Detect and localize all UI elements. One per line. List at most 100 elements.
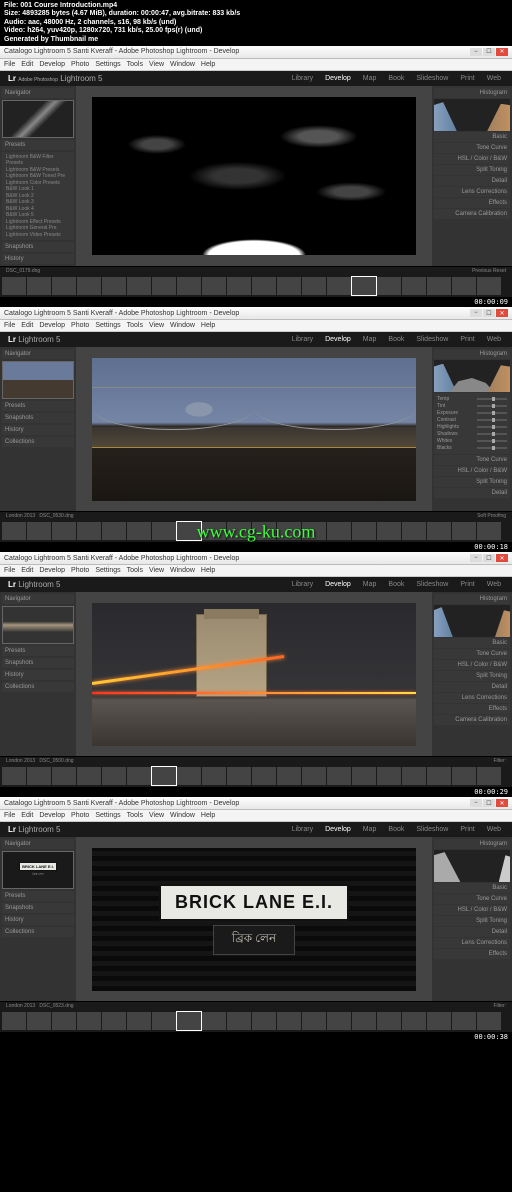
- panel-camera[interactable]: Camera Calibration: [434, 715, 510, 725]
- presets-header[interactable]: Presets: [2, 891, 74, 901]
- film-thumb[interactable]: [377, 1012, 401, 1030]
- preview-viewer[interactable]: [76, 347, 432, 511]
- film-thumb[interactable]: [327, 522, 351, 540]
- histogram-display[interactable]: [434, 850, 510, 882]
- film-thumb[interactable]: [202, 277, 226, 295]
- panel-tonecurve[interactable]: Tone Curve: [434, 894, 510, 904]
- film-thumb[interactable]: [227, 1012, 251, 1030]
- navigator-header[interactable]: Navigator: [2, 349, 74, 359]
- maximize-button[interactable]: ☐: [483, 799, 495, 807]
- film-thumb[interactable]: [252, 1012, 276, 1030]
- film-thumb[interactable]: [2, 522, 26, 540]
- film-thumb[interactable]: [152, 522, 176, 540]
- film-thumb[interactable]: [477, 277, 501, 295]
- film-thumb[interactable]: [227, 277, 251, 295]
- navigator-thumbnail[interactable]: [2, 361, 74, 399]
- film-thumb[interactable]: [452, 277, 476, 295]
- panel-hsl[interactable]: HSL / Color / B&W: [434, 905, 510, 915]
- film-thumb[interactable]: [152, 1012, 176, 1030]
- filter-label[interactable]: Filter:: [494, 1003, 507, 1009]
- snapshots-header[interactable]: Snapshots: [2, 413, 74, 423]
- film-thumb[interactable]: [152, 767, 176, 785]
- history-header[interactable]: History: [2, 670, 74, 680]
- navigator-header[interactable]: Navigator: [2, 88, 74, 98]
- panel-basic[interactable]: Basic: [434, 132, 510, 142]
- film-thumb[interactable]: [302, 522, 326, 540]
- film-thumb[interactable]: [202, 1012, 226, 1030]
- softproof-toggle[interactable]: Soft Proofing: [477, 513, 506, 519]
- preview-viewer[interactable]: [76, 86, 432, 267]
- film-thumb[interactable]: [127, 1012, 151, 1030]
- film-thumb[interactable]: [102, 767, 126, 785]
- slider-shadows[interactable]: [477, 433, 507, 435]
- minimize-button[interactable]: −: [470, 799, 482, 807]
- panel-effects[interactable]: Effects: [434, 198, 510, 208]
- film-thumb[interactable]: [127, 522, 151, 540]
- film-thumb[interactable]: [127, 767, 151, 785]
- film-thumb[interactable]: [102, 1012, 126, 1030]
- film-thumb[interactable]: [327, 767, 351, 785]
- film-thumb[interactable]: [402, 277, 426, 295]
- panel-basic[interactable]: Temp Tint Exposure Contrast Highlights S…: [434, 393, 510, 454]
- navigator-header[interactable]: Navigator: [2, 594, 74, 604]
- film-thumb[interactable]: [352, 767, 376, 785]
- menu-view[interactable]: View: [149, 61, 164, 68]
- histogram-header[interactable]: Histogram: [434, 88, 510, 98]
- film-thumb[interactable]: [27, 277, 51, 295]
- film-thumb[interactable]: [302, 767, 326, 785]
- preset-item[interactable]: Lightroom B&W Filter Presets: [6, 154, 71, 167]
- navigator-thumbnail[interactable]: BRICK LANE E.I. ব্রিক লেন: [2, 851, 74, 889]
- histogram-display[interactable]: [434, 99, 510, 131]
- panel-hsl[interactable]: HSL / Color / B&W: [434, 466, 510, 476]
- module-slideshow[interactable]: Slideshow: [413, 74, 451, 83]
- film-thumb[interactable]: [102, 277, 126, 295]
- collections-header[interactable]: Collections: [2, 927, 74, 937]
- film-thumb[interactable]: [2, 277, 26, 295]
- panel-splittoning[interactable]: Split Toning: [434, 165, 510, 175]
- menu-photo[interactable]: Photo: [71, 61, 89, 68]
- presets-header[interactable]: Presets: [2, 140, 74, 150]
- film-thumb[interactable]: [77, 767, 101, 785]
- panel-lenscorr[interactable]: Lens Corrections: [434, 938, 510, 948]
- film-thumb[interactable]: [452, 767, 476, 785]
- film-thumb[interactable]: [227, 767, 251, 785]
- snapshots-header[interactable]: Snapshots: [2, 242, 74, 252]
- module-develop[interactable]: Develop: [322, 74, 354, 83]
- module-print[interactable]: Print: [457, 74, 477, 83]
- presets-header[interactable]: Presets: [2, 646, 74, 656]
- film-thumb[interactable]: [152, 277, 176, 295]
- film-thumb[interactable]: [277, 1012, 301, 1030]
- histogram-header[interactable]: Histogram: [434, 349, 510, 359]
- panel-detail[interactable]: Detail: [434, 176, 510, 186]
- reset-button[interactable]: Reset: [493, 268, 506, 274]
- film-thumb[interactable]: [427, 277, 451, 295]
- film-thumb[interactable]: [177, 522, 201, 540]
- film-thumb[interactable]: [177, 767, 201, 785]
- menu-tools[interactable]: Tools: [127, 61, 143, 68]
- minimize-button[interactable]: −: [470, 554, 482, 562]
- panel-hsl[interactable]: HSL / Color / B&W: [434, 154, 510, 164]
- navigator-thumbnail[interactable]: [2, 606, 74, 644]
- close-button[interactable]: ✕: [496, 309, 508, 317]
- film-thumb[interactable]: [377, 522, 401, 540]
- panel-detail[interactable]: Detail: [434, 927, 510, 937]
- panel-effects[interactable]: Effects: [434, 949, 510, 959]
- film-thumb[interactable]: [377, 277, 401, 295]
- film-thumb[interactable]: [52, 1012, 76, 1030]
- film-thumb[interactable]: [277, 277, 301, 295]
- navigator-header[interactable]: Navigator: [2, 839, 74, 849]
- film-thumb[interactable]: [52, 522, 76, 540]
- film-thumb[interactable]: [277, 767, 301, 785]
- film-thumb[interactable]: [27, 1012, 51, 1030]
- snapshots-header[interactable]: Snapshots: [2, 658, 74, 668]
- snapshots-header[interactable]: Snapshots: [2, 903, 74, 913]
- menu-window[interactable]: Window: [170, 61, 195, 68]
- film-thumb[interactable]: [402, 522, 426, 540]
- panel-effects[interactable]: Effects: [434, 704, 510, 714]
- collections-header[interactable]: Collections: [2, 682, 74, 692]
- film-thumb[interactable]: [352, 277, 376, 295]
- minimize-button[interactable]: −: [470, 309, 482, 317]
- film-thumb[interactable]: [202, 522, 226, 540]
- film-thumb[interactable]: [477, 522, 501, 540]
- panel-splittoning[interactable]: Split Toning: [434, 671, 510, 681]
